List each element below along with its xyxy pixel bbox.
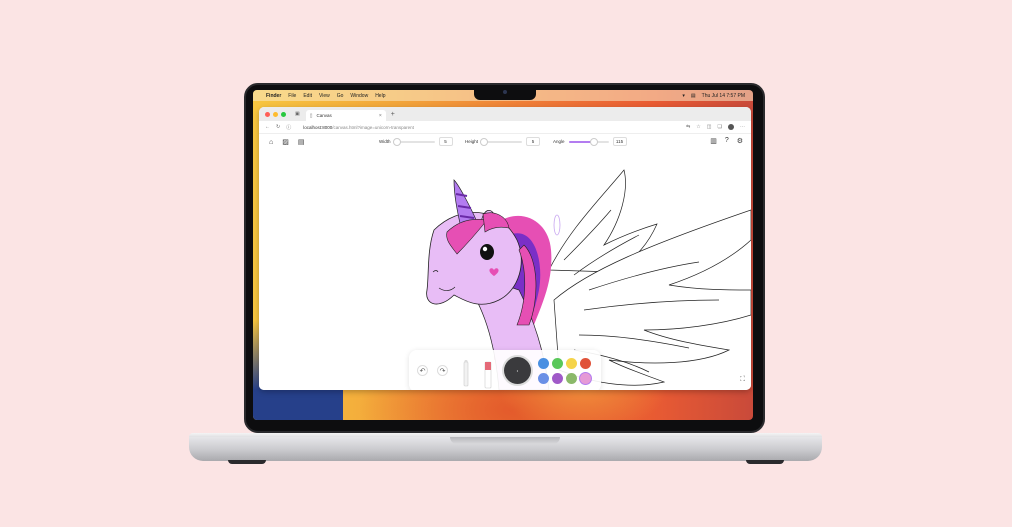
brush-palette: ↶ ↷ • xyxy=(409,350,601,390)
menu-app-name[interactable]: Finder xyxy=(266,93,281,99)
swatch-yellow[interactable] xyxy=(566,358,577,369)
new-tab-icon[interactable]: + xyxy=(391,111,395,118)
desktop-screen: Finder File Edit View Go Window Help ▾ ▤… xyxy=(253,90,753,420)
width-label: Width xyxy=(379,139,391,144)
angle-label: Angle xyxy=(553,139,565,144)
minimize-window-button[interactable] xyxy=(273,111,278,117)
swatch-purple[interactable] xyxy=(552,373,563,384)
url-host: localhost:8000 xyxy=(303,124,333,130)
translate-icon[interactable]: ⇆ xyxy=(686,124,690,130)
sidebar-toggle-icon[interactable]: ▣ xyxy=(295,111,300,117)
more-icon[interactable]: ⋯ xyxy=(740,124,745,130)
tab-title: Canvas xyxy=(316,113,332,118)
zoom-window-button[interactable] xyxy=(281,111,286,117)
address-bar-actions: ⇆ ☆ ◫ ❏ ⋯ xyxy=(686,124,745,130)
menu-right: ▾ ▤ Thu Jul 14 7:57 PM xyxy=(682,93,753,99)
tab-bar: ▣ ▯ Canvas × + xyxy=(259,107,751,121)
selected-brush[interactable]: • xyxy=(504,357,531,384)
swatch-pink[interactable] xyxy=(580,373,591,384)
bookmark-icon[interactable]: ☆ xyxy=(696,124,700,130)
menu-item-window[interactable]: Window xyxy=(350,93,368,99)
address-bar: ← ↻ ⓘ localhost:8000/canvas.html?image=u… xyxy=(259,121,751,134)
reload-icon[interactable]: ↻ xyxy=(276,124,280,130)
camera-icon xyxy=(503,90,507,94)
swatch-sage[interactable] xyxy=(566,373,577,384)
browser-window: ▣ ▯ Canvas × + ← ↻ ⓘ localhost:8000/canv… xyxy=(259,107,751,390)
swatch-blue[interactable] xyxy=(538,358,549,369)
drawing-canvas[interactable]: ↶ ↷ • ⛶ xyxy=(259,150,751,390)
menu-item-file[interactable]: File xyxy=(288,93,296,99)
height-value[interactable]: 5 xyxy=(526,137,541,146)
menu-item-edit[interactable]: Edit xyxy=(303,93,312,99)
sparkle xyxy=(553,214,561,236)
tabs-icon[interactable]: ❏ xyxy=(718,124,722,130)
height-slider[interactable] xyxy=(480,137,523,146)
fit-screen-icon[interactable]: ⛶ xyxy=(740,376,745,384)
menu-item-go[interactable]: Go xyxy=(337,93,344,99)
tab-canvas[interactable]: ▯ Canvas × xyxy=(305,110,386,121)
url-field[interactable]: localhost:8000/canvas.html?image=unicorn… xyxy=(303,125,414,130)
swatch-red[interactable] xyxy=(580,358,591,369)
height-label: Height xyxy=(465,139,479,144)
close-window-button[interactable] xyxy=(265,111,270,117)
brush-dot: • xyxy=(516,368,519,373)
height-slider-thumb[interactable] xyxy=(480,137,489,146)
document-icon: ▯ xyxy=(309,112,313,119)
menu-item-view[interactable]: View xyxy=(319,93,330,99)
swatch-green[interactable] xyxy=(552,358,563,369)
control-center-icon[interactable]: ▤ xyxy=(691,93,696,99)
height-control: Height 5 xyxy=(465,137,541,146)
width-slider-thumb[interactable] xyxy=(392,137,401,146)
avatar[interactable] xyxy=(728,124,734,130)
angle-slider-thumb[interactable] xyxy=(590,137,599,146)
wifi-icon[interactable]: ▾ xyxy=(682,93,685,99)
width-value[interactable]: 5 xyxy=(438,137,453,146)
angle-slider[interactable] xyxy=(568,137,609,146)
width-control: Width 5 xyxy=(379,137,453,146)
app-toolbar: ⌂ ▨ ▤ Width 5 Height 5 Angle 115 ▥ ? ⚙ xyxy=(259,134,751,150)
home-icon[interactable]: ⌂ xyxy=(269,139,273,146)
eye xyxy=(480,244,494,260)
laptop-foot-right xyxy=(746,460,784,464)
undo-button[interactable]: ↶ xyxy=(417,365,428,376)
url-path: /canvas.html?image=unicorn-transparent xyxy=(332,124,414,130)
laptop-hinge-notch xyxy=(450,437,560,444)
help-icon[interactable]: ? xyxy=(725,137,729,145)
clipboard-icon[interactable]: ▥ xyxy=(710,137,717,145)
clock[interactable]: Thu Jul 14 7:57 PM xyxy=(702,93,745,99)
back-icon[interactable]: ← xyxy=(265,124,270,130)
extension-icon[interactable]: ◫ xyxy=(707,124,712,130)
right-tools: ▥ ? ⚙ xyxy=(710,137,743,145)
settings-icon[interactable]: ⚙ xyxy=(737,137,743,145)
info-icon[interactable]: ⓘ xyxy=(286,124,291,131)
close-tab-icon[interactable]: × xyxy=(379,113,382,119)
pen-tool-icon[interactable] xyxy=(461,360,471,390)
menu-item-help[interactable]: Help xyxy=(375,93,385,99)
image-icon[interactable]: ▨ xyxy=(282,138,289,146)
angle-value[interactable]: 115 xyxy=(612,137,627,146)
swatch-light-blue[interactable] xyxy=(538,373,549,384)
marker-tool-icon[interactable] xyxy=(483,358,493,390)
laptop-foot-left xyxy=(228,460,266,464)
width-slider[interactable] xyxy=(392,137,435,146)
angle-control: Angle 115 xyxy=(553,137,627,146)
save-icon[interactable]: ▤ xyxy=(298,138,305,146)
redo-button[interactable]: ↷ xyxy=(437,365,448,376)
